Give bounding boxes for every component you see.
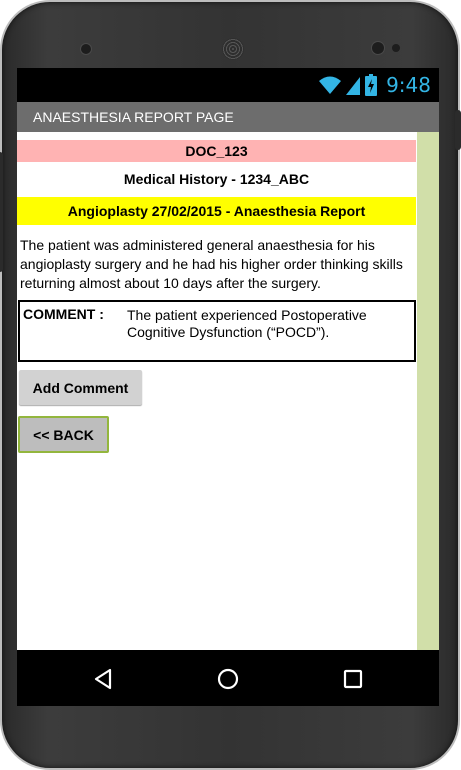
recents-square-icon[interactable] xyxy=(341,667,365,691)
comment-label: COMMENT : xyxy=(23,306,104,322)
phone-screen: 9:48 ANAESTHESIA REPORT PAGE DOC_123 Med… xyxy=(17,68,439,706)
proximity-sensor xyxy=(372,42,384,54)
add-comment-button[interactable]: Add Comment xyxy=(19,370,142,405)
power-button xyxy=(455,110,461,150)
signal-icon xyxy=(346,77,361,95)
side-strip xyxy=(417,132,439,650)
back-button[interactable]: << BACK xyxy=(18,416,109,453)
home-circle-icon[interactable] xyxy=(216,667,240,691)
light-sensor xyxy=(392,44,400,52)
front-camera xyxy=(81,44,91,54)
comment-box: COMMENT : The patient experienced Postop… xyxy=(18,300,416,362)
battery-charging-icon xyxy=(365,74,378,96)
medical-history-label: Medical History - 1234_ABC xyxy=(123,171,310,187)
comment-text: The patient experienced Postoperative Co… xyxy=(127,307,367,340)
page-title: ANAESTHESIA REPORT PAGE xyxy=(33,109,234,125)
status-clock: 9:48 xyxy=(386,73,431,97)
volume-button xyxy=(0,152,3,272)
back-triangle-icon[interactable] xyxy=(91,667,115,691)
earpiece-speaker xyxy=(222,38,244,60)
report-content: DOC_123 Medical History - 1234_ABC Angio… xyxy=(17,132,417,650)
status-bar: 9:48 xyxy=(17,68,439,102)
report-title-label: Angioplasty 27/02/2015 - Anaesthesia Rep… xyxy=(17,197,416,225)
navigation-bar xyxy=(17,650,439,706)
report-body-text: The patient was administered general ana… xyxy=(20,237,403,291)
app-title-bar: ANAESTHESIA REPORT PAGE xyxy=(17,102,439,132)
status-icons: 9:48 xyxy=(319,73,431,97)
doc-id-label: DOC_123 xyxy=(17,140,416,162)
wifi-icon xyxy=(319,76,342,94)
